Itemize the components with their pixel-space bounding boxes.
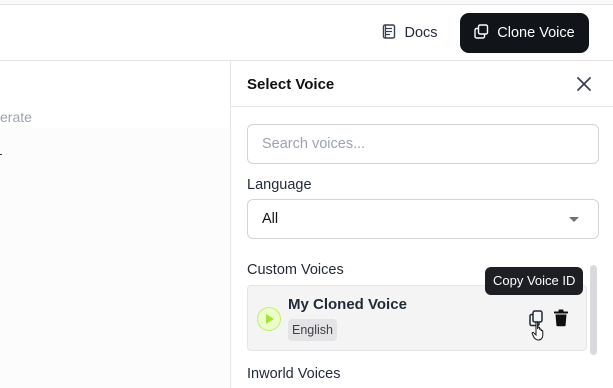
left-pane: erate bbox=[0, 62, 230, 388]
panel-header: Select Voice bbox=[231, 62, 613, 107]
close-icon[interactable] bbox=[574, 74, 594, 94]
left-pane-background bbox=[0, 128, 230, 388]
pointer-cursor-icon bbox=[531, 321, 547, 341]
custom-voices-heading: Custom Voices bbox=[247, 262, 344, 278]
left-divider-mark bbox=[0, 154, 2, 155]
select-voice-panel: Select Voice Language All Custom Voices … bbox=[230, 62, 613, 388]
language-label: Language bbox=[247, 177, 312, 193]
docs-button[interactable]: Docs bbox=[372, 13, 448, 53]
document-icon bbox=[382, 23, 396, 43]
language-select[interactable]: All bbox=[247, 199, 599, 239]
inworld-voices-heading: Inworld Voices bbox=[247, 366, 341, 382]
voice-language-badge: English bbox=[288, 319, 337, 341]
trash-icon[interactable] bbox=[553, 309, 569, 327]
copy-voice-id-tooltip: Copy Voice ID bbox=[485, 267, 584, 295]
generate-label: erate bbox=[0, 109, 32, 125]
voice-name: My Cloned Voice bbox=[288, 296, 407, 313]
language-select-value: All bbox=[262, 211, 279, 227]
clone-voice-button[interactable]: Clone Voice bbox=[460, 13, 589, 53]
top-header: Docs Clone Voice bbox=[0, 5, 613, 61]
voice-list-scrollbar[interactable] bbox=[590, 265, 597, 355]
play-icon[interactable] bbox=[257, 307, 281, 331]
copy-icon bbox=[474, 23, 489, 43]
panel-title: Select Voice bbox=[247, 76, 335, 93]
search-input[interactable] bbox=[247, 124, 599, 164]
docs-label: Docs bbox=[404, 25, 438, 41]
clone-voice-label: Clone Voice bbox=[497, 25, 575, 41]
chevron-down-icon bbox=[569, 217, 579, 222]
